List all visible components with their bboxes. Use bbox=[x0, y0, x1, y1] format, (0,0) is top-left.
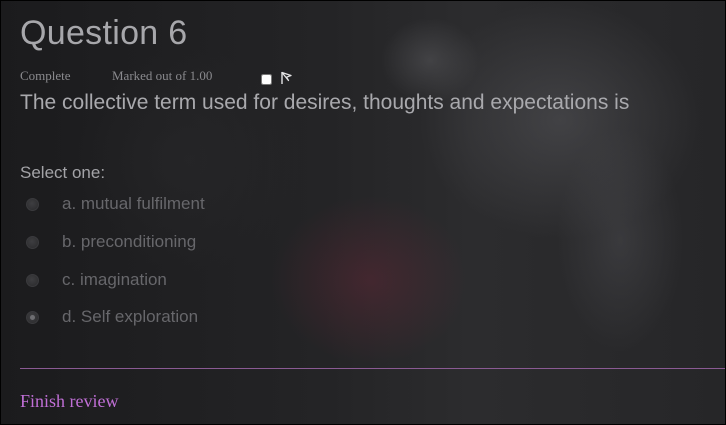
answer-option-label: c. imagination bbox=[62, 270, 167, 289]
answer-option-a[interactable]: a. mutual fulfilment bbox=[26, 193, 205, 215]
question-title: Question 6 bbox=[20, 14, 188, 52]
radio-button-selected[interactable] bbox=[26, 310, 39, 324]
flag-outline-icon[interactable] bbox=[280, 71, 292, 85]
radio-button[interactable] bbox=[26, 235, 39, 249]
flag-question-checkbox[interactable] bbox=[261, 74, 272, 85]
answer-option-b[interactable]: b. preconditioning bbox=[26, 231, 196, 253]
answer-option-label: d. Self exploration bbox=[62, 307, 199, 326]
answer-option-d[interactable]: d. Self exploration bbox=[26, 306, 198, 328]
radio-button[interactable] bbox=[26, 273, 39, 287]
question-container: Question 6 Complete Marked out of 1.00 T… bbox=[0, 0, 726, 425]
answer-option-label: a. mutual fulfilment bbox=[62, 194, 205, 213]
question-status: Complete bbox=[20, 68, 71, 83]
section-divider bbox=[20, 368, 726, 369]
answer-option-c[interactable]: c. imagination bbox=[26, 269, 167, 291]
question-mark: Marked out of 1.00 bbox=[112, 68, 213, 83]
answer-prompt: Select one: bbox=[20, 163, 106, 182]
finish-review-link[interactable]: Finish review bbox=[20, 391, 119, 412]
question-text: The collective term used for desires, th… bbox=[20, 91, 630, 114]
radio-button[interactable] bbox=[26, 197, 39, 211]
answer-option-label: b. preconditioning bbox=[62, 232, 197, 251]
